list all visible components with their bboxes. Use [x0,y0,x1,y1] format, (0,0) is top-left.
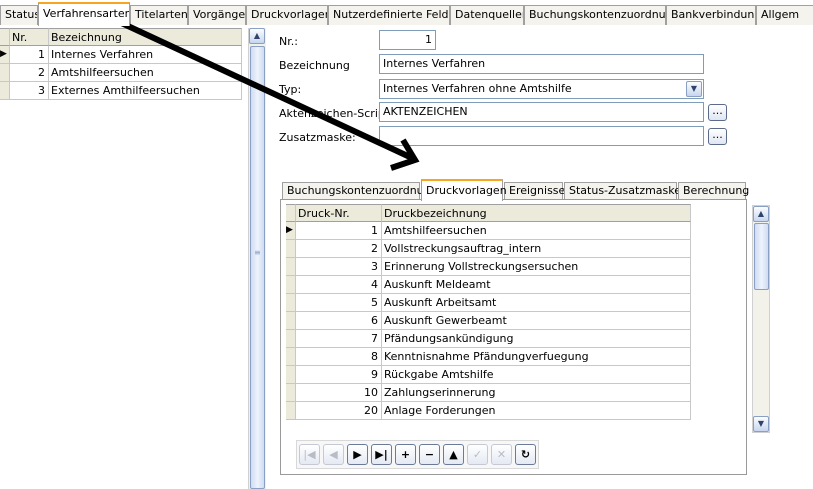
tab-druckvorlagen-inner[interactable]: Druckvorlagen [421,179,507,201]
arrow-shaft [97,10,415,161]
annotation-arrow [97,10,420,171]
tab-verfahrensarten[interactable]: Verfahrensarten [38,2,130,26]
